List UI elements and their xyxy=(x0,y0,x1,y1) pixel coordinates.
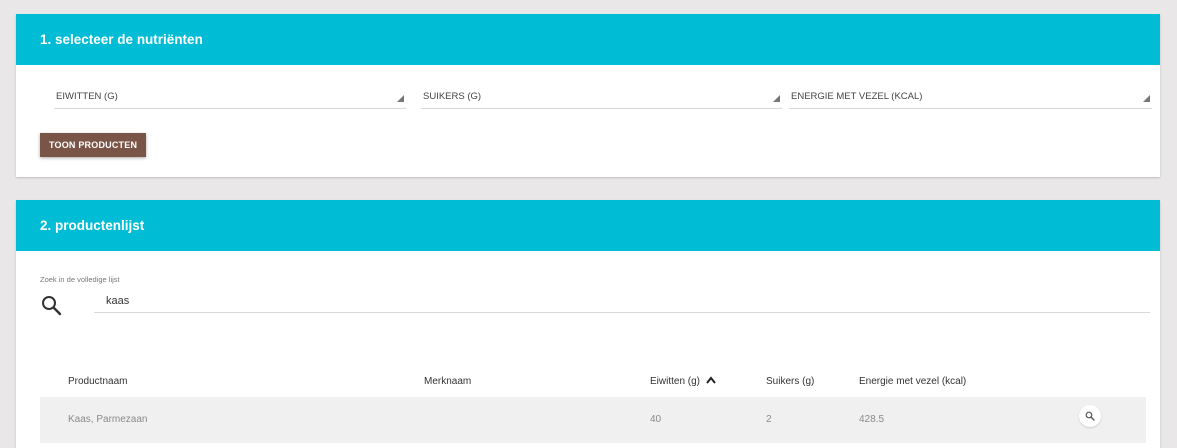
product-list-card: 2. productenlijst Zoek in de volledige l… xyxy=(16,200,1160,448)
column-header-eiwitten-label: Eiwitten (g) xyxy=(650,376,701,388)
show-products-button[interactable]: TOON PRODUCTEN xyxy=(40,133,147,157)
search-input[interactable] xyxy=(94,289,1150,313)
cell-suikers: 2 xyxy=(766,414,772,425)
search-icon xyxy=(41,295,63,317)
table-row[interactable]: Kaas, Parmezaan 40 2 428.5 xyxy=(40,397,1146,443)
column-header-eiwitten[interactable]: Eiwitten (g) xyxy=(650,376,716,387)
search-icon xyxy=(1085,411,1095,421)
nutrient-select-1[interactable]: EIWITTEN (G) xyxy=(54,87,406,109)
column-header-energie[interactable]: Energie met vezel (kcal) xyxy=(859,376,966,387)
chevron-up-icon xyxy=(706,376,716,387)
nutrient-select-3-value: ENERGIE MET VEZEL (KCAL) xyxy=(791,91,923,102)
section-1-title: 1. selecteer de nutriënten xyxy=(16,14,1160,65)
nutrient-select-3[interactable]: ENERGIE MET VEZEL (KCAL) xyxy=(789,87,1152,109)
column-header-merknaam[interactable]: Merknaam xyxy=(424,376,471,387)
dropdown-arrow-icon xyxy=(397,95,404,102)
search-caption: Zoek in de volledige lijst xyxy=(40,275,120,284)
dropdown-arrow-icon xyxy=(773,95,780,102)
row-details-button[interactable] xyxy=(1079,405,1101,427)
column-header-productnaam[interactable]: Productnaam xyxy=(68,376,127,387)
nutrient-selection-card: 1. selecteer de nutriënten EIWITTEN (G) … xyxy=(16,14,1160,177)
column-header-suikers[interactable]: Suikers (g) xyxy=(766,376,814,387)
section-2-title: 2. productenlijst xyxy=(16,200,1160,251)
dropdown-arrow-icon xyxy=(1143,95,1150,102)
cell-product: Kaas, Parmezaan xyxy=(68,414,148,425)
nutrient-select-2[interactable]: SUIKERS (G) xyxy=(421,87,782,109)
cell-eiwitten: 40 xyxy=(650,414,662,425)
nutrient-select-2-value: SUIKERS (G) xyxy=(423,91,482,102)
nutrient-select-1-value: EIWITTEN (G) xyxy=(56,91,118,102)
cell-energie: 428.5 xyxy=(859,414,885,425)
